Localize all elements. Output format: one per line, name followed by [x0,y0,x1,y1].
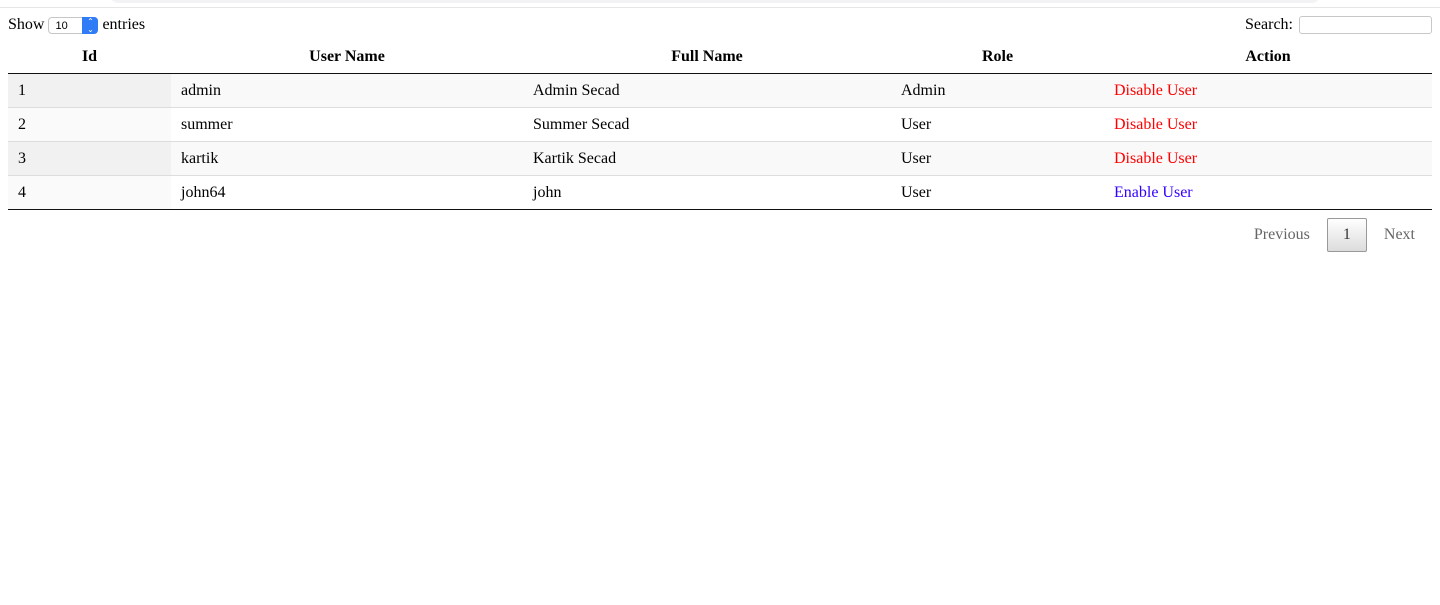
entries-label: entries [102,16,146,33]
column-header-id[interactable]: Id [8,40,171,74]
cell-full-name: Kartik Secad [523,141,891,176]
cell-id: 2 [8,107,171,142]
page-1-button[interactable]: 1 [1326,218,1367,252]
table-row: 1 admin Admin Secad Admin Disable User [8,73,1432,108]
cell-user-name: summer [171,107,523,142]
cell-action: Enable User [1104,175,1432,210]
pagination: Previous 1 Next [1237,218,1432,252]
cell-full-name: Summer Secad [523,107,891,142]
table-row: 4 john64 john User Enable User [8,175,1432,210]
enable-user-link[interactable]: Enable User [1114,184,1193,201]
cell-id: 3 [8,141,171,176]
previous-button[interactable]: Previous [1237,226,1327,244]
cell-full-name: john [523,175,891,210]
cell-role: Admin [891,73,1104,108]
cell-action: Disable User [1104,73,1432,108]
disable-user-link[interactable]: Disable User [1114,116,1197,133]
cell-action: Disable User [1104,141,1432,176]
cell-user-name: admin [171,73,523,108]
search-label: Search: [1245,16,1293,33]
browser-top-bar [110,0,1320,3]
column-header-full-name[interactable]: Full Name [523,40,891,74]
cell-role: User [891,175,1104,210]
entries-select-value: 10 [55,19,68,32]
cell-role: User [891,141,1104,176]
cell-user-name: kartik [171,141,523,176]
disable-user-link[interactable]: Disable User [1114,82,1197,99]
divider [0,7,1440,8]
search-input[interactable] [1299,16,1432,34]
chevron-updown-icon: ⌃ ⌄ [82,16,99,34]
column-header-user-name[interactable]: User Name [171,40,523,74]
cell-action: Disable User [1104,107,1432,142]
users-table: Id User Name Full Name Role Action 1 admi… [8,40,1432,210]
entries-length-control: Show 10 ⌃ ⌄ entries [8,16,145,34]
column-header-action[interactable]: Action [1104,40,1432,74]
cell-id: 1 [8,73,171,108]
cell-full-name: Admin Secad [523,73,891,108]
disable-user-link[interactable]: Disable User [1114,150,1197,167]
column-header-role[interactable]: Role [891,40,1104,74]
cell-user-name: john64 [171,175,523,210]
entries-select[interactable]: 10 ⌃ ⌄ [48,16,99,34]
table-row: 3 kartik Kartik Secad User Disable User [8,141,1432,176]
search-control: Search: [1245,16,1432,34]
table-row: 2 summer Summer Secad User Disable User [8,107,1432,142]
next-button[interactable]: Next [1367,226,1432,244]
cell-role: User [891,107,1104,142]
show-label: Show [8,16,45,33]
cell-id: 4 [8,175,171,210]
